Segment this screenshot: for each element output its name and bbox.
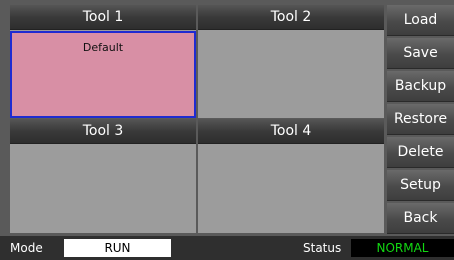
tool-slot-1-name: Default xyxy=(82,41,124,54)
tool-slot-1-body[interactable]: Default xyxy=(10,31,196,118)
tool-slot-3-body[interactable] xyxy=(10,145,196,233)
tool-slot-3[interactable]: Tool 3 xyxy=(10,119,196,233)
status-label: Status xyxy=(303,241,342,255)
delete-button[interactable]: Delete xyxy=(387,137,454,168)
restore-button[interactable]: Restore xyxy=(387,104,454,135)
back-button[interactable]: Back xyxy=(387,203,454,234)
status-value: NORMAL xyxy=(351,239,454,257)
tool-slot-4-body[interactable] xyxy=(198,145,384,233)
backup-button[interactable]: Backup xyxy=(387,71,454,102)
load-button[interactable]: Load xyxy=(387,5,454,36)
mode-value: RUN xyxy=(64,239,171,257)
status-bar: Mode RUN Status NORMAL xyxy=(0,236,454,260)
tool-slot-4[interactable]: Tool 4 xyxy=(198,119,384,233)
tool-slot-4-header: Tool 4 xyxy=(198,119,384,144)
tool-slot-1[interactable]: Tool 1 Default xyxy=(10,5,196,118)
tool-slot-2-header: Tool 2 xyxy=(198,5,384,30)
tool-slot-1-header: Tool 1 xyxy=(10,5,196,30)
tool-slot-2[interactable]: Tool 2 xyxy=(198,5,384,118)
tool-slot-3-header: Tool 3 xyxy=(10,119,196,144)
mode-label: Mode xyxy=(10,241,43,255)
tool-manager-screen: Tool 1 Default Tool 2 Tool 3 Tool 4 Load… xyxy=(0,0,454,260)
setup-button[interactable]: Setup xyxy=(387,170,454,201)
tool-slot-2-body[interactable] xyxy=(198,31,384,118)
save-button[interactable]: Save xyxy=(387,38,454,69)
